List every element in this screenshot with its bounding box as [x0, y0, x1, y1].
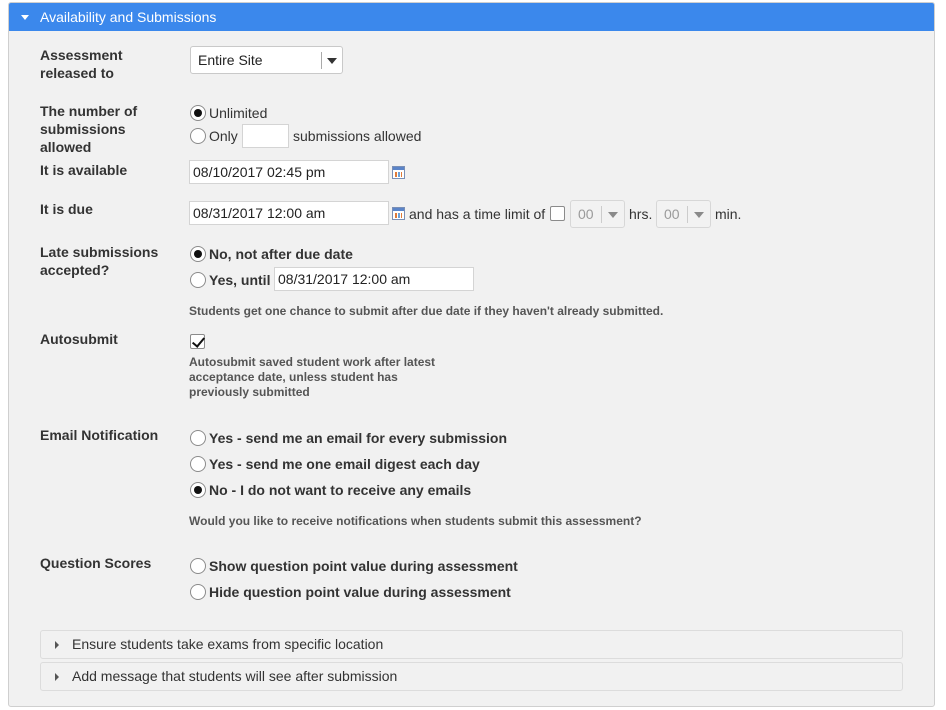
submissions-only-label: Only — [209, 128, 238, 144]
email-option: Yes - send me one email digest each day — [209, 456, 480, 472]
late-hint: Students get one chance to submit after … — [189, 304, 664, 318]
email-hint: Would you like to receive notifications … — [189, 514, 642, 528]
submissions-label: The number of submissions allowed — [40, 103, 138, 155]
section-header[interactable]: Availability and Submissions — [9, 3, 934, 31]
available-label: It is available — [40, 162, 128, 178]
late-no-radio[interactable] — [190, 246, 206, 262]
email-option: Yes - send me an email for every submiss… — [209, 430, 508, 446]
location-collapsible[interactable]: Ensure students take exams from specific… — [40, 630, 903, 659]
autosubmit-checkbox[interactable] — [190, 334, 205, 349]
released-to-value: Entire Site — [198, 52, 263, 68]
scores-hide-radio[interactable] — [190, 584, 206, 600]
calendar-icon[interactable] — [392, 207, 405, 220]
autosubmit-hint-line-1: Autosubmit saved student work after late… — [189, 355, 436, 369]
hours-unit: hrs. — [629, 206, 653, 222]
available-date-input[interactable]: 08/10/2017 02:45 pm — [189, 160, 389, 184]
autosubmit-label: Autosubmit — [40, 331, 118, 347]
chevron-down-icon — [327, 58, 337, 64]
select-separator — [687, 206, 688, 223]
time-limit-text: and has a time limit of — [409, 206, 546, 222]
submissions-unlimited-label: Unlimited — [209, 105, 268, 121]
email-option: No - I do not want to receive any emails — [209, 482, 472, 498]
caret-right-icon — [55, 641, 59, 649]
scores-label: Question Scores — [40, 555, 152, 571]
caret-right-icon — [55, 673, 59, 681]
time-limit-hours-select[interactable]: 00 — [570, 200, 625, 228]
message-collapsible[interactable]: Add message that students will see after… — [40, 662, 903, 691]
late-no-label: No, not after due date — [209, 246, 353, 262]
scores-option: Show question point value during assessm… — [209, 558, 518, 574]
email-none-radio[interactable] — [190, 482, 206, 498]
select-separator — [321, 52, 322, 69]
section-title: Availability and Submissions — [40, 9, 217, 25]
collapsible-label: Ensure students take exams from specific… — [72, 636, 384, 652]
chevron-down-icon — [608, 212, 618, 218]
scores-show-radio[interactable] — [190, 558, 206, 574]
caret-down-icon — [21, 14, 29, 20]
email-label: Email Notification — [40, 427, 159, 443]
hours-value: 00 — [578, 206, 594, 222]
due-date-input[interactable]: 08/31/2017 12:00 am — [189, 201, 389, 225]
minutes-value: 00 — [664, 206, 680, 222]
email-every-radio[interactable] — [190, 430, 206, 446]
submissions-only-radio[interactable] — [190, 128, 206, 144]
late-yes-label: Yes, until — [209, 272, 271, 288]
chevron-down-icon — [694, 212, 704, 218]
time-limit-minutes-select[interactable]: 00 — [656, 200, 711, 228]
submissions-suffix: submissions allowed — [293, 128, 422, 144]
availability-panel: Availability and Submissions Assessment … — [8, 2, 935, 707]
submissions-count-input[interactable] — [242, 124, 289, 148]
autosubmit-hint-line-3: previously submitted — [189, 385, 310, 399]
scores-option: Hide question point value during assessm… — [209, 584, 511, 600]
submissions-unlimited-radio[interactable] — [190, 105, 206, 121]
released-to-label: Assessment released to — [40, 47, 123, 81]
calendar-icon[interactable] — [392, 166, 405, 179]
late-yes-radio[interactable] — [190, 272, 206, 288]
released-to-select[interactable]: Entire Site — [190, 46, 343, 74]
time-limit-checkbox[interactable] — [550, 206, 565, 221]
due-label: It is due — [40, 201, 93, 217]
collapsible-label: Add message that students will see after… — [72, 668, 398, 684]
email-digest-radio[interactable] — [190, 456, 206, 472]
minutes-unit: min. — [715, 206, 742, 222]
autosubmit-hint-line-2: acceptance date, unless student has — [189, 370, 398, 384]
late-until-date-input[interactable]: 08/31/2017 12:00 am — [274, 267, 474, 291]
late-label: Late submissions accepted? — [40, 244, 159, 278]
select-separator — [601, 206, 602, 223]
